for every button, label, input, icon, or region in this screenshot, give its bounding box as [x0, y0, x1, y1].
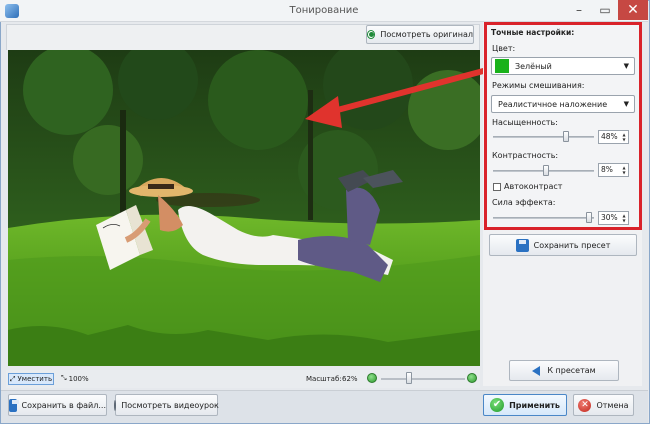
back-to-presets-label: К пресетам	[547, 366, 596, 375]
save-to-file-label: Сохранить в файл...	[21, 400, 106, 410]
eye-icon	[367, 30, 376, 39]
cancel-button[interactable]: ✕ Отмена	[573, 394, 634, 416]
zoom-slider-track[interactable]	[381, 378, 465, 380]
chevron-down-icon: ▼	[623, 62, 629, 70]
spin-down-icon[interactable]: ▼	[621, 218, 627, 223]
contrast-slider-thumb[interactable]	[543, 165, 549, 176]
contrast-value: 8%	[601, 165, 613, 174]
maximize-button[interactable]: ▭	[592, 0, 618, 20]
webcam-icon	[114, 399, 117, 411]
saturation-value: 48%	[601, 132, 618, 141]
zoom-in-icon[interactable]	[467, 373, 477, 383]
preview-image	[8, 50, 480, 366]
zoom-100-button[interactable]: ⤡ 100%	[61, 374, 89, 383]
view-original-label: Посмотреть оригинал	[380, 30, 473, 39]
floppy-icon	[9, 398, 19, 412]
blend-mode-value: Реалистичное наложение	[498, 99, 608, 109]
spin-down-icon[interactable]: ▼	[621, 170, 627, 175]
check-icon: ✔	[490, 398, 505, 412]
blend-mode-label: Режимы смешивания:	[492, 81, 585, 90]
saturation-spinbox[interactable]: 48% ▲ ▼	[598, 130, 629, 144]
chevron-down-icon: ▼	[623, 100, 629, 108]
saturation-slider-thumb[interactable]	[563, 131, 569, 142]
blend-mode-select[interactable]: Реалистичное наложение ▼	[491, 95, 635, 113]
color-select[interactable]: Зелёный ▼	[491, 57, 635, 75]
effect-strength-label: Сила эффекта:	[492, 198, 556, 207]
fine-settings-title: Точные настройки:	[491, 28, 575, 37]
save-to-file-button[interactable]: Сохранить в файл...	[8, 394, 107, 416]
title-bar: Тонирование – ▭ ✕	[0, 0, 648, 22]
color-swatch	[495, 59, 509, 73]
zoom-100-label: 100%	[68, 374, 89, 383]
autocontrast-label: Автоконтраст	[504, 182, 563, 191]
effect-value: 30%	[601, 213, 618, 222]
effect-slider-track[interactable]	[493, 217, 594, 219]
watch-video-label: Посмотреть видеоурок	[121, 400, 219, 410]
photo-preview	[8, 50, 480, 366]
spin-down-icon[interactable]: ▼	[621, 137, 627, 142]
autocontrast-checkbox[interactable]	[493, 183, 501, 191]
arrow-left-icon	[532, 365, 541, 376]
color-label: Цвет:	[492, 44, 516, 53]
floppy-icon	[515, 238, 529, 252]
effect-spinbox[interactable]: 30% ▲ ▼	[598, 211, 629, 225]
save-preset-button[interactable]: Сохранить пресет	[489, 234, 637, 256]
watch-video-button[interactable]: Посмотреть видеоурок	[114, 394, 219, 416]
save-preset-label: Сохранить пресет	[533, 240, 611, 250]
zoom-slider-thumb[interactable]	[406, 372, 412, 384]
fit-label: Уместить	[17, 375, 53, 383]
scale-label: Масштаб:	[306, 375, 342, 383]
cancel-icon: ✕	[578, 398, 592, 412]
contrast-spinbox[interactable]: 8% ▲ ▼	[598, 163, 629, 177]
close-window-button[interactable]: ✕	[618, 0, 648, 20]
zoom-out-icon[interactable]	[367, 373, 377, 383]
back-to-presets-button[interactable]: К пресетам	[509, 360, 619, 381]
color-value: Зелёный	[515, 61, 552, 71]
window-title: Тонирование	[289, 5, 359, 16]
saturation-label: Насыщенность:	[492, 118, 558, 127]
effect-slider-thumb[interactable]	[586, 212, 592, 223]
minimize-button[interactable]: –	[566, 0, 592, 20]
scale-value: 62%	[342, 375, 358, 383]
fit-button[interactable]: ⤢ Уместить	[8, 373, 54, 385]
zoom-100-icon: ⤡	[61, 374, 67, 382]
view-original-button[interactable]: Посмотреть оригинал	[366, 25, 474, 44]
saturation-slider-track[interactable]	[493, 136, 594, 138]
apply-button[interactable]: ✔ Применить	[483, 394, 567, 416]
contrast-label: Контрастность:	[492, 151, 559, 160]
cancel-label: Отмена	[596, 400, 629, 410]
fit-icon: ⤢	[9, 374, 16, 383]
apply-label: Применить	[509, 400, 560, 410]
